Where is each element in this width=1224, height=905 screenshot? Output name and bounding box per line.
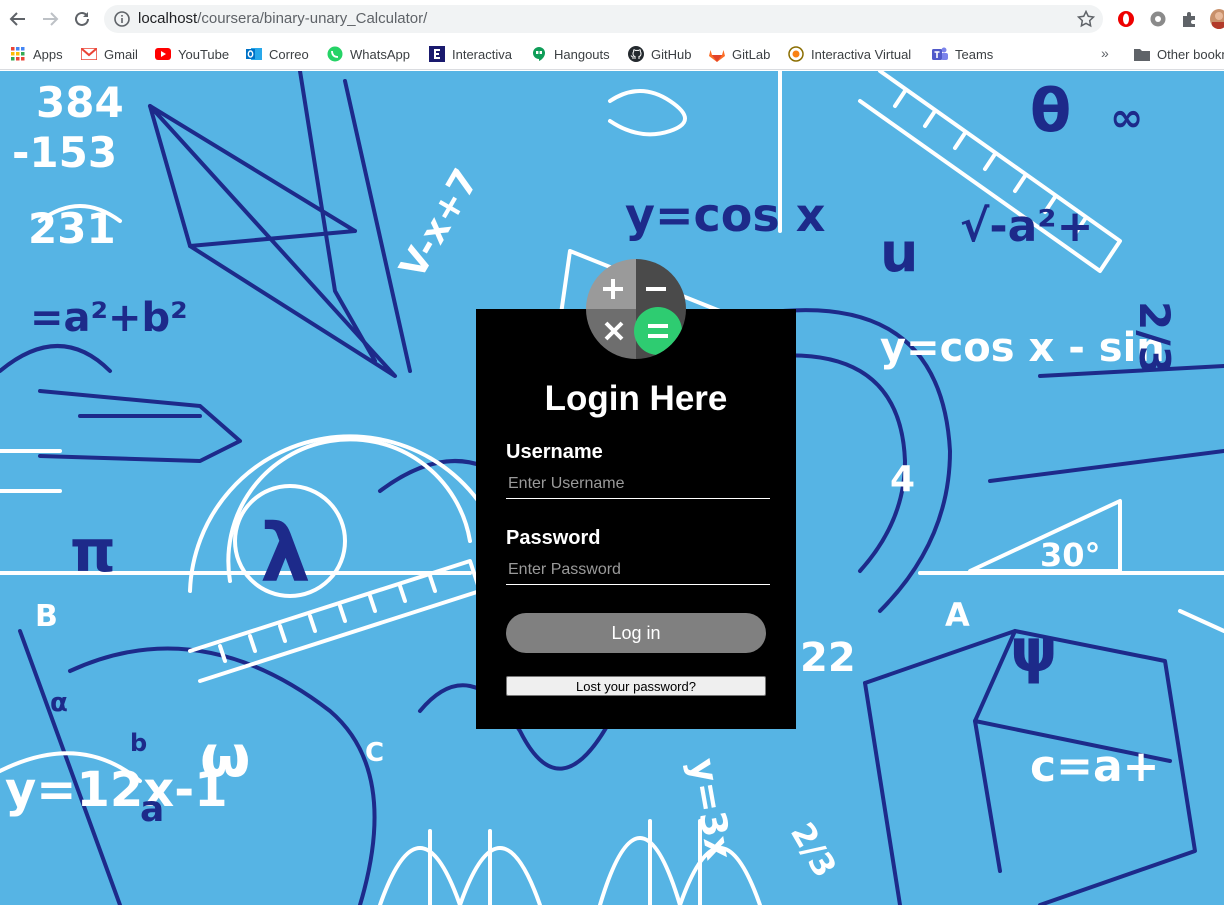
teams-icon: [932, 46, 948, 62]
svg-text:2/3: 2/3: [783, 816, 844, 884]
url-text[interactable]: localhost/coursera/binary-unary_Calculat…: [138, 10, 427, 27]
svg-text:α: α: [50, 688, 68, 718]
page-background: 384 -153 231 y=cos x - sin c=a+ 4 30° A …: [0, 71, 1224, 905]
svg-text:π: π: [70, 517, 116, 585]
opera-extension-icon[interactable]: [1116, 9, 1136, 29]
bookmark-github[interactable]: GitHub: [628, 44, 691, 64]
bookmark-apps[interactable]: Apps: [10, 44, 63, 64]
svg-text:ψ: ψ: [1010, 616, 1058, 686]
reload-icon: [75, 11, 89, 26]
gitlab-icon: [709, 46, 725, 62]
back-button[interactable]: [6, 7, 30, 31]
bookmark-label: Interactiva Virtual: [811, 46, 912, 62]
login-button[interactable]: Log in: [506, 613, 766, 653]
arrow-right-icon: [43, 12, 59, 26]
bookmark-gmail[interactable]: Gmail: [81, 44, 138, 64]
outlook-icon: [246, 46, 262, 62]
bookmark-correo[interactable]: Correo: [246, 44, 309, 64]
bookmark-hangouts[interactable]: Hangouts: [531, 44, 610, 64]
login-title: Login Here: [544, 379, 728, 418]
bookmark-label: GitHub: [651, 46, 692, 62]
svg-text:y=12x-1: y=12x-1: [5, 762, 228, 818]
bookmark-whatsapp[interactable]: WhatsApp: [327, 44, 410, 64]
svg-text:22: 22: [800, 635, 856, 681]
lost-password-button[interactable]: Lost your password?: [506, 676, 766, 696]
svg-text:∞: ∞: [1110, 95, 1143, 141]
svg-text:30°: 30°: [1040, 536, 1101, 574]
svg-text:V-x+7: V-x+7: [392, 162, 487, 285]
calculator-logo: [586, 259, 686, 359]
bookmark-label: GitLab: [732, 46, 771, 62]
svg-text:2/3: 2/3: [1130, 301, 1179, 375]
svg-text:√-a²+: √-a²+: [960, 201, 1093, 252]
login-form-card: Login Here Username Password Log in Lost…: [476, 259, 796, 729]
more-bookmarks-chevron-icon[interactable]: »: [1101, 45, 1109, 61]
bookmark-label: Hangouts: [554, 46, 610, 62]
profile-avatar[interactable]: [1210, 9, 1224, 29]
info-icon[interactable]: [114, 11, 130, 32]
whatsapp-icon: [327, 46, 343, 62]
other-bookmarks-label: Other bookmarks: [1157, 46, 1224, 62]
settings-extension-icon[interactable]: [1148, 9, 1168, 29]
bookmark-label: YouTube: [178, 46, 230, 62]
bookmark-gitlab[interactable]: GitLab: [709, 44, 770, 64]
bookmark-label: Apps: [33, 46, 63, 62]
hangouts-icon: [531, 46, 547, 62]
bookmark-label: Interactiva: [452, 46, 512, 62]
svg-text:A: A: [945, 596, 970, 634]
bookmarks-bar: Apps Gmail YouTube Correo WhatsApp Inter…: [0, 38, 1224, 70]
bookmark-label: Correo: [269, 46, 309, 62]
svg-text:-153: -153: [12, 128, 117, 177]
password-input[interactable]: [506, 555, 770, 585]
svg-text:384: 384: [36, 78, 124, 127]
svg-text:231: 231: [28, 204, 116, 253]
bookmark-label: Gmail: [104, 46, 138, 62]
moodle-icon: [788, 46, 804, 62]
youtube-icon: [155, 46, 171, 62]
folder-icon: [1134, 46, 1150, 62]
svg-text:λ: λ: [260, 507, 311, 600]
apps-grid-icon: [10, 46, 26, 62]
password-label: Password: [506, 527, 601, 549]
bookmark-label: WhatsApp: [350, 46, 410, 62]
username-label: Username: [506, 441, 603, 463]
bookmark-teams[interactable]: Teams: [932, 44, 993, 64]
other-bookmarks[interactable]: Other bookmarks: [1134, 44, 1224, 64]
url-host: localhost: [138, 10, 198, 27]
interactiva-icon: [429, 46, 445, 62]
bookmark-interactiva[interactable]: Interactiva: [429, 44, 512, 64]
svg-text:=a²+b²: =a²+b²: [30, 295, 188, 341]
svg-text:θ: θ: [1030, 76, 1071, 146]
svg-text:4: 4: [890, 459, 915, 500]
svg-text:y=3x: y=3x: [681, 755, 739, 862]
svg-text:C: C: [365, 738, 384, 768]
svg-text:y=cos x: y=cos x: [625, 188, 825, 242]
svg-text:a: a: [140, 789, 164, 830]
bookmark-youtube[interactable]: YouTube: [155, 44, 229, 64]
url-path: /coursera/binary-unary_Calculator/: [197, 10, 428, 27]
extensions-puzzle-icon[interactable]: [1179, 9, 1199, 29]
bookmark-label: Teams: [955, 46, 994, 62]
reload-button[interactable]: [70, 7, 94, 31]
address-bar[interactable]: localhost/coursera/binary-unary_Calculat…: [104, 5, 1103, 33]
username-input[interactable]: [506, 469, 770, 499]
github-icon: [628, 46, 644, 62]
bookmark-interactiva-virtual[interactable]: Interactiva Virtual: [788, 44, 911, 64]
browser-toolbar: localhost/coursera/binary-unary_Calculat…: [0, 0, 1224, 38]
svg-text:c=a+: c=a+: [1030, 741, 1160, 792]
gmail-icon: [81, 46, 97, 62]
svg-text:y=cos x - sin: y=cos x - sin: [880, 325, 1165, 371]
svg-text:B: B: [35, 599, 58, 634]
forward-button[interactable]: [38, 7, 62, 31]
svg-text:b: b: [130, 729, 147, 757]
svg-text:u: u: [880, 221, 918, 284]
bookmark-star-icon[interactable]: [1076, 9, 1096, 33]
arrow-left-icon: [9, 12, 25, 26]
